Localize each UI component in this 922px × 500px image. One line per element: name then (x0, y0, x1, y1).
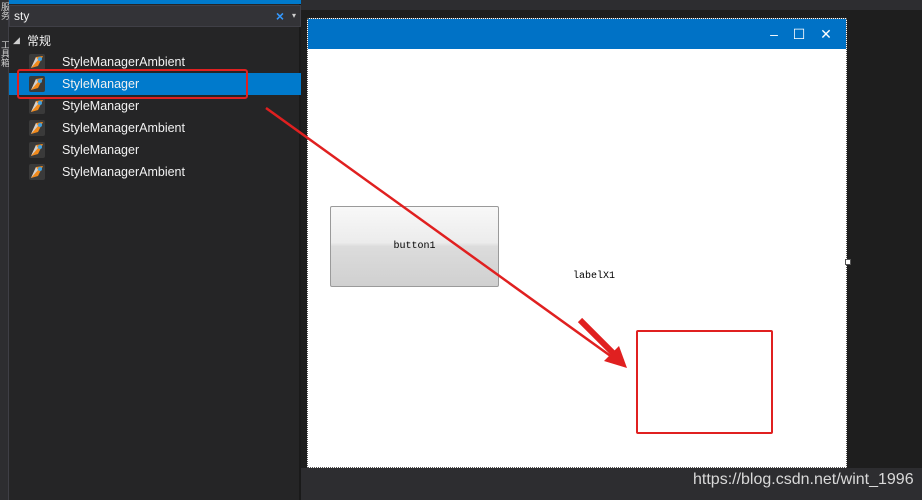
style-manager-icon (29, 164, 45, 180)
toolbox-search-box: × ▾ (9, 5, 301, 27)
designer-top-bar (301, 0, 922, 10)
search-options-dropdown-icon[interactable]: ▾ (289, 7, 299, 25)
toolbox-item[interactable]: StyleManagerAmbient (9, 161, 301, 183)
toolbox-item-label: StyleManagerAmbient (62, 55, 185, 69)
side-tab-toolbox[interactable]: 工具箱 (0, 40, 9, 80)
toolbox-item-label: StyleManagerAmbient (62, 165, 185, 179)
toolbox-search-input[interactable] (14, 7, 264, 25)
toolbox-item[interactable]: StyleManager (9, 139, 301, 161)
style-manager-icon (29, 54, 45, 70)
style-manager-icon (29, 142, 45, 158)
toolbox-item-label: StyleManager (62, 99, 140, 113)
style-manager-icon (29, 120, 45, 136)
form-titlebar[interactable]: – ☐ ✕ (308, 19, 846, 49)
minimize-button[interactable]: – (765, 24, 783, 44)
style-manager-icon (29, 98, 45, 114)
annotation-target-box (636, 330, 773, 434)
collapse-caret-icon: ◢ (13, 34, 20, 45)
maximize-button[interactable]: ☐ (790, 24, 808, 44)
labelx1-control[interactable]: labelX1 (573, 271, 615, 282)
clear-search-icon[interactable]: × (273, 7, 287, 25)
button1-control[interactable]: button1 (330, 206, 499, 287)
toolbox-group-label: 常规 (27, 33, 52, 48)
annotation-source-box (17, 69, 248, 99)
watermark-text: https://blog.csdn.net/wint_1996 (693, 471, 914, 488)
side-tab-services[interactable]: 服务 (0, 2, 9, 28)
form-resize-handle[interactable] (845, 259, 851, 265)
toolbox-item-label: StyleManagerAmbient (62, 121, 185, 135)
toolbox-accent-line (9, 0, 301, 4)
toolbox-item[interactable]: StyleManagerAmbient (9, 117, 301, 139)
toolbox-item-label: StyleManager (62, 143, 140, 157)
close-button[interactable]: ✕ (817, 24, 835, 44)
toolbox-group-general[interactable]: ◢ 常规 (13, 30, 51, 50)
side-tab-strip: 服务 工具箱 (0, 0, 9, 500)
